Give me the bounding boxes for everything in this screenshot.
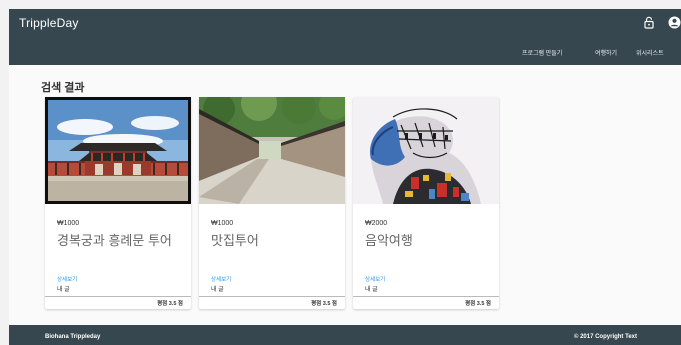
tour-card[interactable]: ₩2000 음악여행 상세보기 내 글 평점 3.5 점 bbox=[353, 97, 499, 309]
card-image-music-art[interactable] bbox=[353, 97, 499, 204]
nav-create-program[interactable]: 프로그램 만들기 bbox=[522, 48, 562, 57]
page-title: 검색 결과 bbox=[41, 82, 85, 94]
card-owner-label: 내 글 bbox=[211, 287, 224, 293]
brand-logo[interactable]: TrippleDay bbox=[19, 16, 79, 30]
tour-card[interactable]: ₩1000 맛집투어 상세보기 내 글 평점 3.5 점 bbox=[199, 97, 345, 309]
lock-open-icon[interactable] bbox=[641, 14, 657, 30]
tour-card[interactable]: ₩1000 경복궁과 흥례문 투어 상세보기 내 글 평점 3.5 점 bbox=[45, 97, 191, 309]
footer-brand: Biohana Trippleday bbox=[45, 334, 101, 340]
top-app-bar: TrippleDay 프로그램 만들기 여행하기 위시리스트 bbox=[9, 9, 681, 65]
footer-copyright: © 2017 Copyright Text bbox=[574, 334, 637, 340]
card-detail-link[interactable]: 상세보기 bbox=[211, 275, 231, 283]
card-footer: 평점 3.5 점 bbox=[199, 296, 345, 309]
card-title: 음악여행 bbox=[365, 233, 413, 248]
nav-travel[interactable]: 여행하기 bbox=[595, 48, 617, 57]
card-detail-link[interactable]: 상세보기 bbox=[365, 275, 385, 283]
card-rating: 평점 3.5 점 bbox=[157, 301, 183, 307]
card-price: ₩1000 bbox=[57, 220, 80, 227]
card-footer: 평점 3.5 점 bbox=[353, 296, 499, 309]
nav-wishlist[interactable]: 위시리스트 bbox=[636, 48, 664, 57]
card-detail-link[interactable]: 상세보기 bbox=[57, 275, 77, 283]
card-title: 맛집투어 bbox=[211, 233, 259, 248]
card-title: 경복궁과 흥례문 투어 bbox=[57, 233, 172, 248]
card-rating: 평점 3.5 점 bbox=[311, 301, 337, 307]
card-image-alley[interactable] bbox=[199, 97, 345, 204]
card-owner-label: 내 글 bbox=[57, 287, 70, 293]
account-circle-icon[interactable] bbox=[666, 14, 681, 30]
card-footer: 평점 3.5 점 bbox=[45, 296, 191, 309]
card-price: ₩2000 bbox=[365, 220, 388, 227]
card-price: ₩1000 bbox=[211, 220, 234, 227]
card-image-palace[interactable] bbox=[45, 97, 191, 204]
page-footer: Biohana Trippleday © 2017 Copyright Text bbox=[9, 325, 681, 345]
card-owner-label: 내 글 bbox=[365, 287, 378, 293]
card-rating: 평점 3.5 점 bbox=[465, 301, 491, 307]
app-frame: TrippleDay 프로그램 만들기 여행하기 위시리스트 검색 결과 ₩10… bbox=[9, 9, 681, 345]
